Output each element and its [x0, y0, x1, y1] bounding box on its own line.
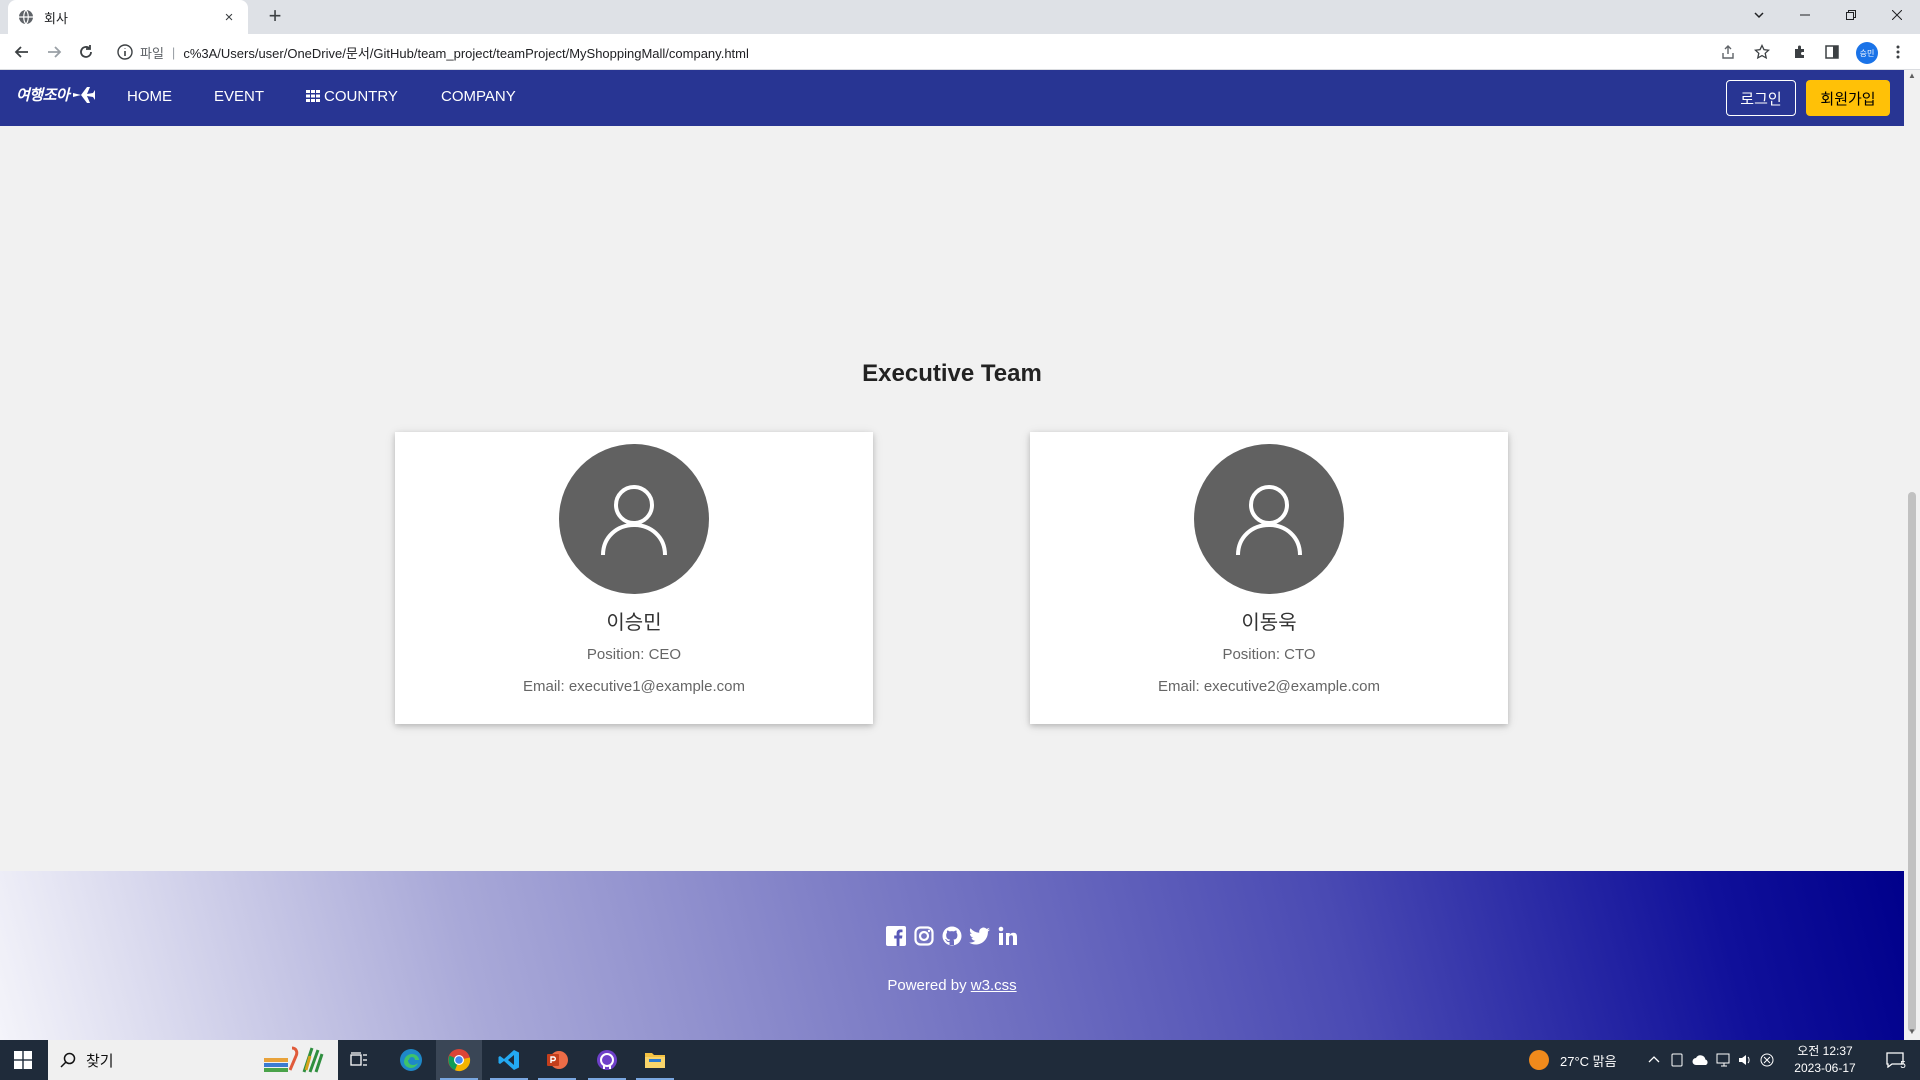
nav-home[interactable]: HOME	[127, 88, 172, 105]
executive-email: Email: executive2@example.com	[1158, 678, 1380, 695]
info-icon[interactable]	[116, 43, 134, 61]
new-tab-button[interactable]: +	[262, 4, 288, 30]
avatar	[1194, 444, 1344, 594]
weather-text: 27°C 맑음	[1560, 1053, 1617, 1069]
start-button[interactable]	[0, 1040, 46, 1080]
powerpoint-icon[interactable]	[534, 1040, 580, 1080]
powered-prefix: Powered by	[887, 977, 971, 994]
windows-taskbar: 찾기 27°C 맑음 오전 12:37 2023-06-17 5	[0, 1040, 1920, 1080]
file-explorer-icon[interactable]	[632, 1040, 678, 1080]
browser-toolbar: 파일 | c%3A/Users/user/OneDrive/문서/GitHub/…	[0, 34, 1920, 70]
grid-icon	[306, 90, 320, 102]
twitter-icon[interactable]	[969, 925, 991, 947]
clock-date: 2023-06-17	[1794, 1061, 1856, 1075]
search-highlight-icon	[264, 1046, 324, 1073]
edge-browser-icon[interactable]	[388, 1040, 434, 1080]
bookmark-star-icon[interactable]	[1752, 42, 1772, 62]
executive-card: 이동욱 Position: CTO Email: executive2@exam…	[1030, 432, 1508, 724]
nav-country-label: COUNTRY	[324, 88, 398, 105]
nav-company[interactable]: COMPANY	[441, 88, 516, 105]
tab-title: 회사	[44, 10, 68, 26]
close-tab-icon[interactable]: ×	[220, 9, 238, 26]
page-viewport: 여행조아 HOME EVENT COUNTRY COMPANY 로그인 회원가입…	[0, 70, 1904, 1040]
executive-position: Position: CTO	[1222, 646, 1316, 663]
notification-count: 5	[1900, 1059, 1906, 1071]
task-view-icon[interactable]	[336, 1040, 382, 1080]
search-placeholder: 찾기	[86, 1052, 114, 1070]
chrome-browser-icon[interactable]	[436, 1040, 482, 1080]
social-links	[0, 925, 1904, 947]
browser-tab-strip: 회사 × +	[0, 0, 1920, 34]
scrollbar-thumb[interactable]	[1908, 492, 1916, 1032]
executive-card: 이승민 Position: CEO Email: executive1@exam…	[395, 432, 873, 724]
globe-icon	[19, 9, 33, 25]
tab-search-icon[interactable]	[1736, 0, 1782, 30]
minimize-icon[interactable]	[1782, 0, 1828, 30]
back-arrow-icon[interactable]	[10, 40, 34, 64]
powered-by: Powered by w3.css	[0, 977, 1904, 994]
user-icon	[1236, 485, 1302, 556]
scheme-label: 파일	[140, 45, 164, 61]
url-text[interactable]: c%3A/Users/user/OneDrive/문서/GitHub/team_…	[183, 43, 749, 62]
input-method-icon[interactable]	[1760, 1053, 1774, 1067]
avatar	[559, 444, 709, 594]
browser-tab[interactable]: 회사 ×	[8, 0, 248, 34]
executive-email: Email: executive1@example.com	[523, 678, 745, 695]
login-button[interactable]: 로그인	[1726, 80, 1796, 116]
facebook-icon[interactable]	[885, 925, 907, 947]
sun-icon	[1529, 1050, 1549, 1070]
volume-icon[interactable]	[1738, 1053, 1754, 1067]
taskbar-search[interactable]: 찾기	[48, 1040, 338, 1080]
close-window-icon[interactable]	[1874, 0, 1920, 30]
executive-position: Position: CEO	[586, 646, 682, 663]
reload-icon[interactable]	[74, 40, 98, 64]
scroll-down-icon[interactable]: ▼	[1908, 1028, 1916, 1036]
profile-avatar[interactable]: 승민	[1856, 42, 1878, 64]
user-icon	[601, 485, 667, 556]
notification-center[interactable]: 5	[1876, 1040, 1916, 1080]
nav-country[interactable]: COUNTRY	[306, 88, 398, 105]
url-separator: |	[171, 44, 176, 60]
extensions-icon[interactable]	[1790, 42, 1810, 62]
menu-dots-icon[interactable]	[1888, 42, 1908, 62]
weather-widget[interactable]: 27°C 맑음	[1528, 1040, 1617, 1080]
airplane-icon	[73, 86, 96, 103]
logo-text: 여행조아	[16, 87, 70, 104]
restore-icon[interactable]	[1828, 0, 1874, 30]
executive-name: 이승민	[606, 612, 662, 634]
site-footer: Powered by w3.css	[0, 871, 1904, 1040]
nav-event[interactable]: EVENT	[214, 88, 264, 105]
clock-time: 오전 12:37	[1797, 1044, 1853, 1058]
site-navbar: 여행조아 HOME EVENT COUNTRY COMPANY 로그인 회원가입	[0, 70, 1904, 126]
side-panel-icon[interactable]	[1822, 42, 1842, 62]
vscode-icon[interactable]	[486, 1040, 532, 1080]
github-desktop-icon[interactable]	[584, 1040, 630, 1080]
address-bar[interactable]: 파일 | c%3A/Users/user/OneDrive/문서/GitHub/…	[110, 37, 1790, 67]
network-icon[interactable]	[1716, 1053, 1732, 1067]
taskbar-clock[interactable]: 오전 12:37 2023-06-17	[1782, 1043, 1868, 1077]
forward-arrow-icon[interactable]	[42, 40, 66, 64]
chevron-up-icon[interactable]	[1648, 1054, 1660, 1066]
scroll-up-icon[interactable]: ▲	[1908, 72, 1916, 80]
tray-app-icon[interactable]	[1670, 1053, 1684, 1067]
github-icon[interactable]	[941, 925, 963, 947]
signup-button[interactable]: 회원가입	[1806, 80, 1890, 116]
system-tray	[1648, 1040, 1774, 1080]
linkedin-icon[interactable]	[997, 925, 1019, 947]
onedrive-icon[interactable]	[1692, 1053, 1710, 1067]
executive-name: 이동욱	[1241, 612, 1297, 634]
windows-icon	[14, 1051, 32, 1069]
search-icon	[60, 1052, 76, 1068]
w3css-link[interactable]: w3.css	[971, 977, 1017, 994]
instagram-icon[interactable]	[913, 925, 935, 947]
share-icon[interactable]	[1718, 42, 1738, 62]
section-title: Executive Team	[862, 360, 1042, 387]
page-scrollbar[interactable]: ▲ ▼	[1904, 70, 1920, 1040]
site-logo[interactable]: 여행조아	[16, 84, 96, 105]
